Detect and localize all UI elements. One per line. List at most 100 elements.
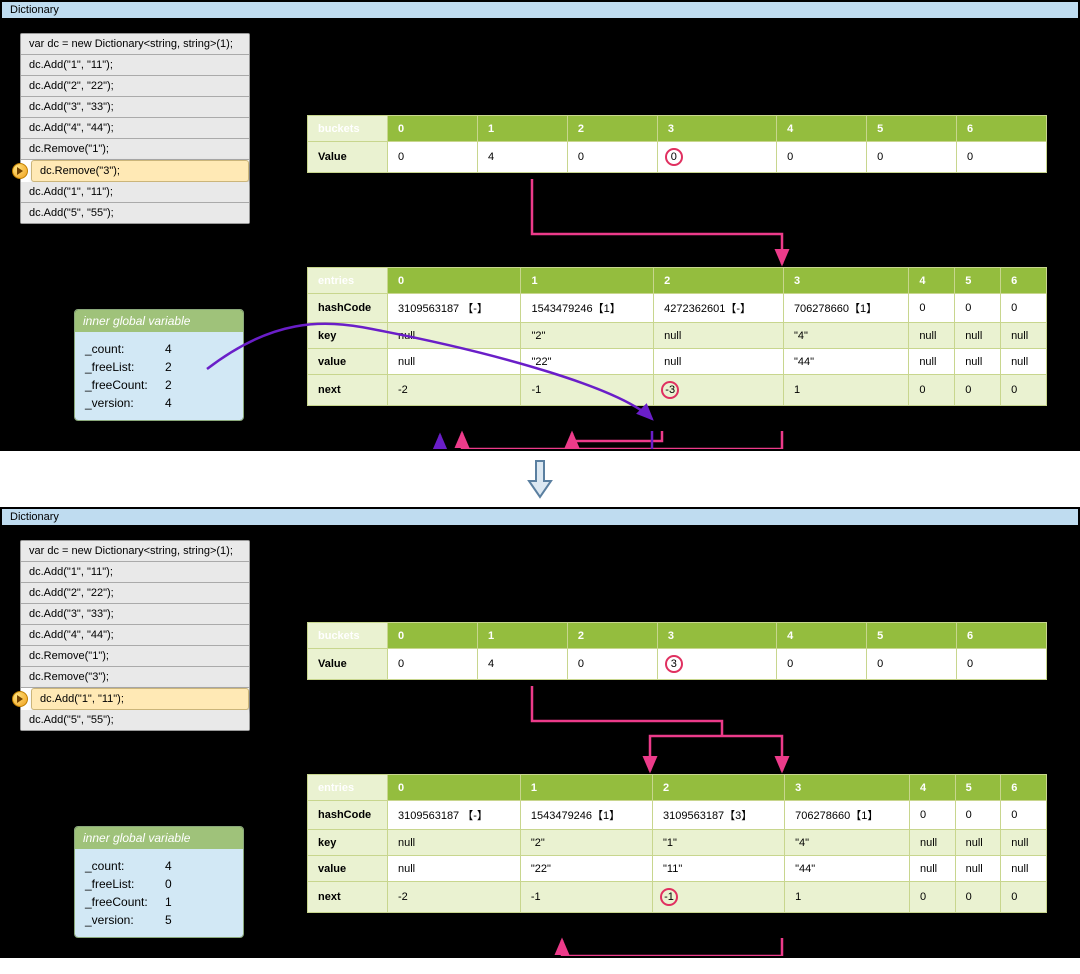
code-line: dc.Add("4", "44"); [21,118,249,139]
entry-cell: null [909,830,955,856]
entry-cell: null [1001,830,1047,856]
col-header: 6 [957,116,1047,142]
entry-cell: null [1001,856,1047,882]
entry-cell: null [909,856,955,882]
col-header: 2 [567,116,657,142]
down-arrow-icon [527,459,553,499]
bucket-cell: 0 [388,142,478,173]
entry-cell: "2" [521,323,654,349]
entry-cell: -2 [388,375,521,406]
freelist-val: 0 [165,875,172,893]
inner-body-before: _count:4 _freeList:2 _freeCount:2 _versi… [75,332,243,420]
entry-cell: 0 [909,294,955,323]
entry-cell: "44" [785,856,910,882]
row-label: key [308,323,388,349]
row-label: hashCode [308,801,388,830]
col-header: 3 [785,775,910,801]
count-val: 4 [165,857,172,875]
entry-cell: 0 [1001,294,1047,323]
bucket-cell: 0 [867,142,957,173]
version-val: 5 [165,911,172,929]
entries-title: entries [308,775,388,801]
entry-cell: 0 [955,801,1001,830]
entry-cell: -1 [521,375,654,406]
entry-cell: 3109563187 【-】 [388,294,521,323]
panel-title-before: Dictionary [2,2,1078,19]
buckets-title: buckets [308,116,388,142]
dictionary-panel-after: Dictionary var dc = new Dictionary<strin… [0,507,1080,958]
bucket-cell: 0 [388,649,478,680]
bucket-cell: 0 [867,649,957,680]
col-header: 2 [653,775,785,801]
inner-body-after: _count:4 _freeList:0 _freeCount:1 _versi… [75,849,243,937]
entry-cell: 0 [909,801,955,830]
entry-cell: 0 [909,882,955,913]
entry-cell: "2" [520,830,652,856]
entry-cell: -3 [654,375,784,406]
col-header: 2 [654,268,784,294]
row-label: key [308,830,388,856]
entry-cell: "1" [653,830,785,856]
entry-cell: 1 [783,375,908,406]
entries-title: entries [308,268,388,294]
entry-cell: null [955,349,1001,375]
entry-cell: null [909,323,955,349]
code-line: dc.Add("2", "22"); [21,583,249,604]
entry-cell: 0 [1001,375,1047,406]
entry-cell: 706278660【1】 [783,294,908,323]
bucket-cell: 0 [657,142,776,173]
entry-cell: "4" [783,323,908,349]
panel-title-after: Dictionary [2,509,1078,526]
entry-cell: null [388,830,521,856]
col-header: 0 [388,623,478,649]
dictionary-panel-before: Dictionary var dc = new Dictionary<strin… [0,0,1080,451]
row-label: Value [308,142,388,173]
row-label: next [308,882,388,913]
row-label: Value [308,649,388,680]
col-header: 4 [909,775,955,801]
entry-cell: "22" [521,349,654,375]
entry-cell: 1543479246【1】 [521,294,654,323]
bucket-cell: 0 [777,649,867,680]
code-line: dc.Add("2", "22"); [21,76,249,97]
buckets-table-after: buckets0123456Value0403000 [307,622,1047,680]
col-header: 3 [657,623,776,649]
code-list-before: var dc = new Dictionary<string, string>(… [20,33,250,224]
entry-cell: 706278660【1】 [785,801,910,830]
freecount-val: 1 [165,893,172,911]
entry-cell: "11" [653,856,785,882]
bucket-cell: 0 [957,649,1047,680]
entry-cell: -1 [653,882,785,913]
entries-table-before: entries0123456hashCode3109563187 【-】1543… [307,267,1047,406]
col-header: 1 [521,268,654,294]
bucket-cell: 3 [657,649,776,680]
panel-body-after: var dc = new Dictionary<string, string>(… [2,526,1078,956]
col-header: 6 [1001,775,1047,801]
entry-cell: -1 [520,882,652,913]
buckets-table-before: buckets0123456Value0400000 [307,115,1047,173]
code-line: var dc = new Dictionary<string, string>(… [21,34,249,55]
col-header: 3 [657,116,776,142]
freelist-val: 2 [165,358,172,376]
bucket-cell: 0 [567,649,657,680]
entry-cell: null [955,856,1001,882]
col-header: 0 [388,775,521,801]
entry-cell: null [388,323,521,349]
col-header: 5 [867,116,957,142]
col-header: 6 [957,623,1047,649]
inner-globals-after: inner global variable _count:4 _freeList… [74,826,244,938]
code-line: dc.Add("1", "11"); [21,562,249,583]
col-header: 4 [777,116,867,142]
entry-cell: 0 [955,375,1001,406]
entry-cell: 3109563187【3】 [653,801,785,830]
entry-cell: "44" [783,349,908,375]
code-line: dc.Remove("3"); [21,667,249,688]
entry-cell: null [654,323,784,349]
inner-globals-before: inner global variable _count:4 _freeList… [74,309,244,421]
transition-arrow [0,451,1080,507]
code-line: dc.Remove("1"); [21,139,249,160]
entry-cell: null [955,323,1001,349]
panel-body-before: var dc = new Dictionary<string, string>(… [2,19,1078,449]
code-line: dc.Add("1", "11"); [21,182,249,203]
buckets-title: buckets [308,623,388,649]
